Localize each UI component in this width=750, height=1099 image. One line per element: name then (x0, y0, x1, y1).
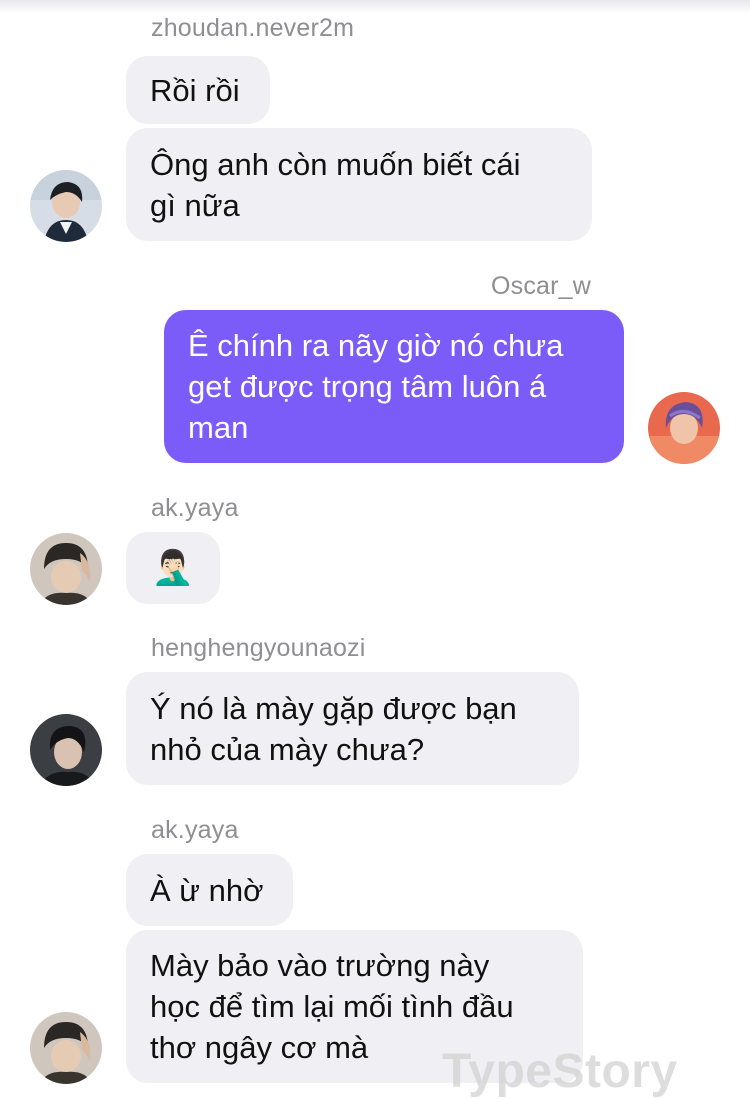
avatar-henghengyounaozi[interactable] (30, 714, 102, 786)
top-fade (0, 0, 750, 14)
avatar-akyaya[interactable] (30, 1012, 102, 1084)
message-bubble-outgoing[interactable]: Ê chính ra nãy giờ nó chưa get được trọn… (164, 310, 624, 463)
message-text: Ê chính ra nãy giờ nó chưa get được trọn… (188, 328, 564, 445)
sender-name-henghengyounaozi[interactable]: henghengyounaozi (151, 634, 366, 663)
message-bubble[interactable]: Rồi rồi (126, 56, 270, 124)
message-text: À ừ nhờ (150, 872, 264, 908)
avatar-oscar[interactable] (648, 392, 720, 464)
facepalm-emoji: 🤦🏻‍♂️ (151, 548, 195, 587)
sender-name-akyaya[interactable]: ak.yaya (151, 816, 239, 845)
avatar-zhoudan[interactable] (30, 170, 102, 242)
sender-name-zhoudan[interactable]: zhoudan.never2m (151, 14, 354, 43)
sender-name-akyaya[interactable]: ak.yaya (151, 494, 239, 523)
message-bubble[interactable]: À ừ nhờ (126, 854, 293, 926)
watermark: TypeStory (442, 1045, 678, 1098)
message-text: Ông anh còn muốn biết cái gì nữa (150, 146, 521, 223)
message-bubble[interactable]: Ông anh còn muốn biết cái gì nữa (126, 128, 592, 241)
message-bubble-emoji[interactable]: 🤦🏻‍♂️ (126, 532, 220, 604)
message-text: Ý nó là mày gặp được bạn nhỏ của mày chư… (150, 690, 517, 767)
avatar-akyaya[interactable] (30, 533, 102, 605)
message-text: Rồi rồi (150, 72, 240, 108)
sender-name-oscar[interactable]: Oscar_w (491, 272, 591, 301)
message-bubble[interactable]: Ý nó là mày gặp được bạn nhỏ của mày chư… (126, 672, 579, 785)
